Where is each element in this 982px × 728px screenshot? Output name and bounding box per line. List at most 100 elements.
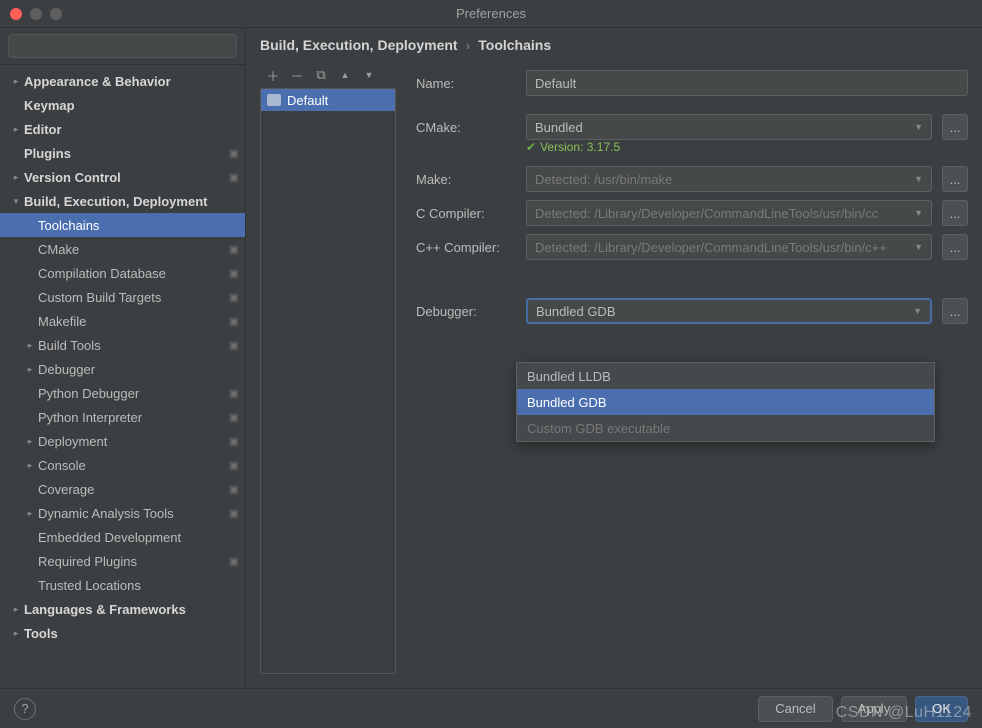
sidebar-item-label: Plugins — [24, 146, 229, 161]
move-up-button[interactable]: ▲ — [336, 70, 354, 80]
sidebar-item[interactable]: Toolchains — [0, 213, 245, 237]
sidebar-item[interactable]: Plugins▣ — [0, 141, 245, 165]
sidebar-item[interactable]: Coverage▣ — [0, 477, 245, 501]
sidebar-item-label: Compilation Database — [38, 266, 229, 281]
chevron-right-icon: ▸ — [8, 604, 24, 615]
project-icon: ▣ — [229, 507, 239, 520]
remove-button[interactable]: － — [288, 66, 306, 85]
check-icon: ✔ — [526, 140, 536, 154]
chevron-down-icon: ▼ — [913, 306, 922, 316]
titlebar: Preferences — [0, 0, 982, 28]
dropdown-option[interactable]: Bundled LLDB — [517, 363, 934, 389]
chevron-right-icon: ▸ — [8, 172, 24, 183]
list-item-label: Default — [287, 93, 328, 108]
chevron-down-icon: ▼ — [914, 174, 923, 184]
cmake-version: Version: 3.17.5 — [540, 140, 620, 154]
add-button[interactable]: ＋ — [264, 66, 282, 85]
sidebar-item[interactable]: Trusted Locations — [0, 573, 245, 597]
debugger-value: Bundled GDB — [536, 304, 616, 319]
toolchain-icon — [267, 94, 281, 106]
chevron-right-icon: ▸ — [22, 364, 38, 375]
list-item[interactable]: Default — [261, 89, 395, 111]
sidebar-item[interactable]: Python Debugger▣ — [0, 381, 245, 405]
move-down-button[interactable]: ▼ — [360, 70, 378, 80]
sidebar-item[interactable]: ▸Editor — [0, 117, 245, 141]
chevron-right-icon: › — [466, 37, 471, 53]
sidebar-item-label: Appearance & Behavior — [24, 74, 239, 89]
sidebar-item-label: Makefile — [38, 314, 229, 329]
cmake-browse-button[interactable]: ... — [942, 114, 968, 140]
project-icon: ▣ — [229, 459, 239, 472]
sidebar-item[interactable]: Python Interpreter▣ — [0, 405, 245, 429]
chevron-down-icon: ▾ — [8, 196, 24, 207]
sidebar-item[interactable]: ▾Build, Execution, Deployment — [0, 189, 245, 213]
ccompiler-label: C Compiler: — [416, 206, 516, 221]
sidebar-item-label: Trusted Locations — [38, 578, 239, 593]
sidebar-item-label: Python Debugger — [38, 386, 229, 401]
ok-button[interactable]: OK — [915, 696, 968, 722]
window-title: Preferences — [0, 6, 982, 21]
settings-tree: ▸Appearance & BehaviorKeymap▸EditorPlugi… — [0, 65, 245, 688]
sidebar: ▸Appearance & BehaviorKeymap▸EditorPlugi… — [0, 28, 246, 688]
chevron-down-icon: ▼ — [914, 242, 923, 252]
ccompiler-value: Detected: /Library/Developer/CommandLine… — [535, 206, 878, 221]
apply-button[interactable]: Apply — [841, 696, 908, 722]
debugger-select[interactable]: Bundled GDB ▼ — [526, 298, 932, 324]
chevron-down-icon: ▼ — [914, 122, 923, 132]
cppcompiler-value: Detected: /Library/Developer/CommandLine… — [535, 240, 887, 255]
sidebar-item[interactable]: Compilation Database▣ — [0, 261, 245, 285]
sidebar-item[interactable]: Keymap — [0, 93, 245, 117]
dropdown-option[interactable]: Bundled GDB — [517, 389, 934, 415]
help-button[interactable]: ? — [14, 698, 36, 720]
search-input[interactable] — [8, 34, 237, 58]
sidebar-item[interactable]: ▸Debugger — [0, 357, 245, 381]
sidebar-item[interactable]: ▸Tools — [0, 621, 245, 645]
sidebar-item-label: Python Interpreter — [38, 410, 229, 425]
sidebar-item[interactable]: Custom Build Targets▣ — [0, 285, 245, 309]
sidebar-item[interactable]: ▸Languages & Frameworks — [0, 597, 245, 621]
ccompiler-browse-button[interactable]: ... — [942, 200, 968, 226]
ccompiler-select[interactable]: Detected: /Library/Developer/CommandLine… — [526, 200, 932, 226]
project-icon: ▣ — [229, 243, 239, 256]
cmake-select[interactable]: Bundled ▼ — [526, 114, 932, 140]
sidebar-item-label: Dynamic Analysis Tools — [38, 506, 229, 521]
name-label: Name: — [416, 76, 516, 91]
sidebar-item-label: Keymap — [24, 98, 239, 113]
chevron-down-icon: ▼ — [914, 208, 923, 218]
sidebar-item-label: Deployment — [38, 434, 229, 449]
name-field[interactable]: Default — [526, 70, 968, 96]
copy-button[interactable]: ⧉ — [312, 67, 330, 83]
debugger-browse-button[interactable]: ... — [942, 298, 968, 324]
sidebar-item[interactable]: ▸Dynamic Analysis Tools▣ — [0, 501, 245, 525]
debugger-dropdown[interactable]: Bundled LLDBBundled GDBCustom GDB execut… — [516, 362, 935, 442]
sidebar-item[interactable]: ▸Version Control▣ — [0, 165, 245, 189]
project-icon: ▣ — [229, 483, 239, 496]
make-browse-button[interactable]: ... — [942, 166, 968, 192]
project-icon: ▣ — [229, 315, 239, 328]
cppcompiler-label: C++ Compiler: — [416, 240, 516, 255]
chevron-right-icon: ▸ — [8, 628, 24, 639]
cmake-label: CMake: — [416, 120, 516, 135]
make-select[interactable]: Detected: /usr/bin/make ▼ — [526, 166, 932, 192]
cancel-button[interactable]: Cancel — [758, 696, 832, 722]
project-icon: ▣ — [229, 291, 239, 304]
sidebar-item-label: Required Plugins — [38, 554, 229, 569]
sidebar-item[interactable]: Required Plugins▣ — [0, 549, 245, 573]
project-icon: ▣ — [229, 147, 239, 160]
cppcompiler-browse-button[interactable]: ... — [942, 234, 968, 260]
sidebar-item[interactable]: ▸Console▣ — [0, 453, 245, 477]
cppcompiler-select[interactable]: Detected: /Library/Developer/CommandLine… — [526, 234, 932, 260]
sidebar-item[interactable]: CMake▣ — [0, 237, 245, 261]
content-pane: Build, Execution, Deployment › Toolchain… — [246, 28, 982, 688]
sidebar-item[interactable]: ▸Appearance & Behavior — [0, 69, 245, 93]
sidebar-item[interactable]: ▸Deployment▣ — [0, 429, 245, 453]
chevron-right-icon: ▸ — [22, 460, 38, 471]
project-icon: ▣ — [229, 555, 239, 568]
sidebar-item[interactable]: Embedded Development — [0, 525, 245, 549]
cmake-version-row: ✔ Version: 3.17.5 — [416, 140, 968, 154]
cmake-value: Bundled — [535, 120, 583, 135]
sidebar-item[interactable]: Makefile▣ — [0, 309, 245, 333]
toolchain-list[interactable]: Default — [260, 88, 396, 674]
project-icon: ▣ — [229, 387, 239, 400]
sidebar-item[interactable]: ▸Build Tools▣ — [0, 333, 245, 357]
